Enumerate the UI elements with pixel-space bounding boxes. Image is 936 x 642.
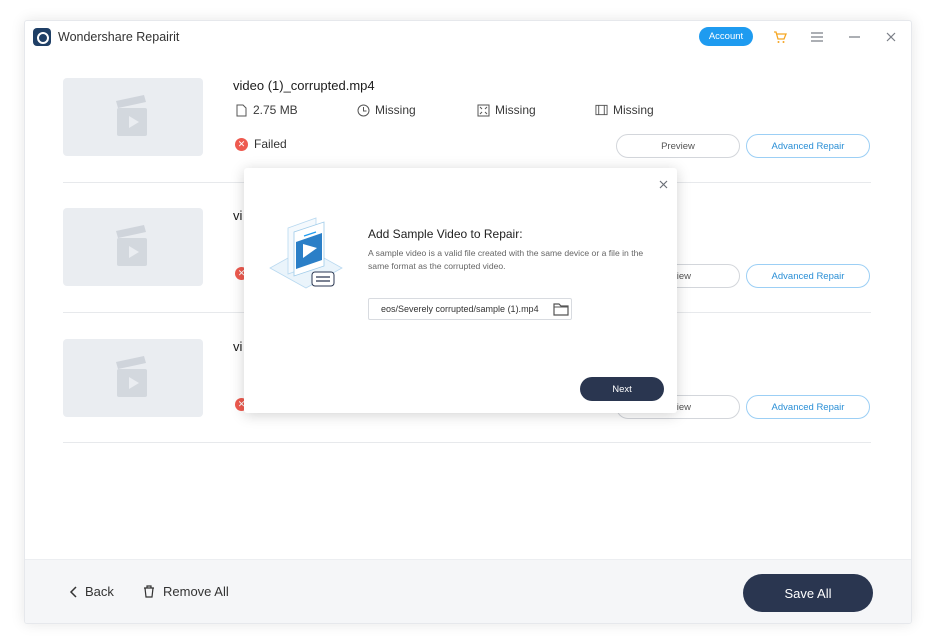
close-icon[interactable] [880,26,902,48]
sample-path-value: eos/Severely corrupted/sample (1).mp4 [381,304,539,314]
repairit-window: Wondershare Repairit Account video (1)_c… [24,20,912,624]
sample-video-illustration [269,217,343,289]
add-sample-video-dialog: Add Sample Video to Repair: A sample vid… [244,168,677,413]
folder-icon[interactable] [553,302,569,316]
advanced-repair-button[interactable]: Advanced Repair [746,264,870,288]
footer-bar: Back Remove All Save All [25,559,911,623]
file-duration: Missing [357,103,416,117]
video-thumbnail [63,78,203,156]
file-icon [235,104,248,117]
clapperboard-icon [116,225,147,266]
remove-all-button[interactable]: Remove All [143,584,229,599]
preview-button[interactable]: Preview [616,134,740,158]
advanced-repair-button[interactable]: Advanced Repair [746,134,870,158]
file-size: 2.75 MB [235,103,298,117]
clapperboard-icon [116,356,147,397]
menu-icon[interactable] [806,26,828,48]
film-icon [595,104,608,117]
chevron-left-icon [69,585,77,598]
file-name: vi [233,339,243,354]
title-bar: Wondershare Repairit Account [25,21,911,55]
account-button[interactable]: Account [699,27,753,46]
trash-icon [144,585,154,598]
status-failed: ✕ Failed [235,137,287,151]
video-thumbnail [63,208,203,286]
advanced-repair-button[interactable]: Advanced Repair [746,395,870,419]
clock-icon [357,104,370,117]
resolution-icon [477,104,490,117]
file-name: vi [233,208,243,223]
dialog-description: A sample video is a valid file created w… [368,248,644,271]
save-all-button[interactable]: Save All [743,574,873,612]
clapperboard-icon [116,95,147,136]
file-name: video (1)_corrupted.mp4 [233,78,375,93]
cart-icon[interactable] [769,26,791,48]
failed-icon: ✕ [235,137,248,151]
file-codec: Missing [595,103,654,117]
video-thumbnail [63,339,203,417]
next-button[interactable]: Next [580,377,664,401]
minimize-icon[interactable] [843,26,865,48]
app-title: Wondershare Repairit [58,30,180,44]
dialog-title: Add Sample Video to Repair: [368,227,523,241]
repairit-logo-icon [33,28,51,46]
sample-path-field[interactable]: eos/Severely corrupted/sample (1).mp4 [368,298,572,320]
row-divider [63,442,871,443]
file-resolution: Missing [477,103,536,117]
back-button[interactable]: Back [69,584,114,599]
close-icon[interactable] [656,177,670,191]
